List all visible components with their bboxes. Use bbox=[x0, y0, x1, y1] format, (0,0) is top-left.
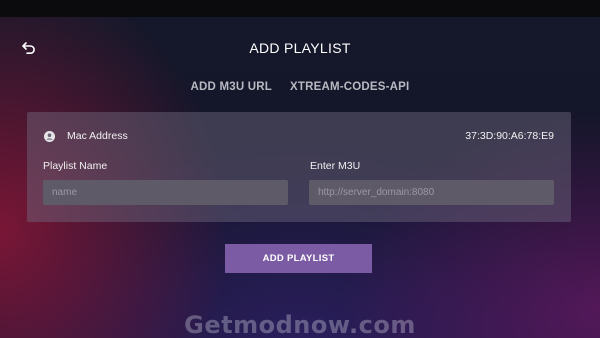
playlist-name-input[interactable] bbox=[43, 180, 288, 205]
mac-address-value: 37:3D:90:A6:78:E9 bbox=[465, 130, 554, 142]
status-bar bbox=[0, 0, 600, 17]
source-tabs: ADD M3U URL XTREAM-CODES-API bbox=[0, 81, 600, 93]
m3u-url-label: Enter M3U bbox=[310, 160, 361, 172]
user-circle-icon bbox=[44, 130, 55, 142]
m3u-url-input[interactable] bbox=[309, 180, 554, 205]
tab-add-m3u-url[interactable]: ADD M3U URL bbox=[191, 81, 272, 93]
playlist-form-card: Mac Address 37:3D:90:A6:78:E9 Playlist N… bbox=[27, 112, 571, 222]
mac-address-label: Mac Address bbox=[67, 130, 128, 142]
mac-address-row: Mac Address 37:3D:90:A6:78:E9 bbox=[44, 129, 554, 143]
playlist-name-label: Playlist Name bbox=[43, 160, 108, 172]
watermark-text: Getmodnow.com bbox=[184, 311, 416, 338]
page-title: ADD PLAYLIST bbox=[249, 40, 351, 56]
tab-xtream-codes-api[interactable]: XTREAM-CODES-API bbox=[290, 81, 409, 93]
add-playlist-button[interactable]: ADD PLAYLIST bbox=[225, 244, 372, 273]
